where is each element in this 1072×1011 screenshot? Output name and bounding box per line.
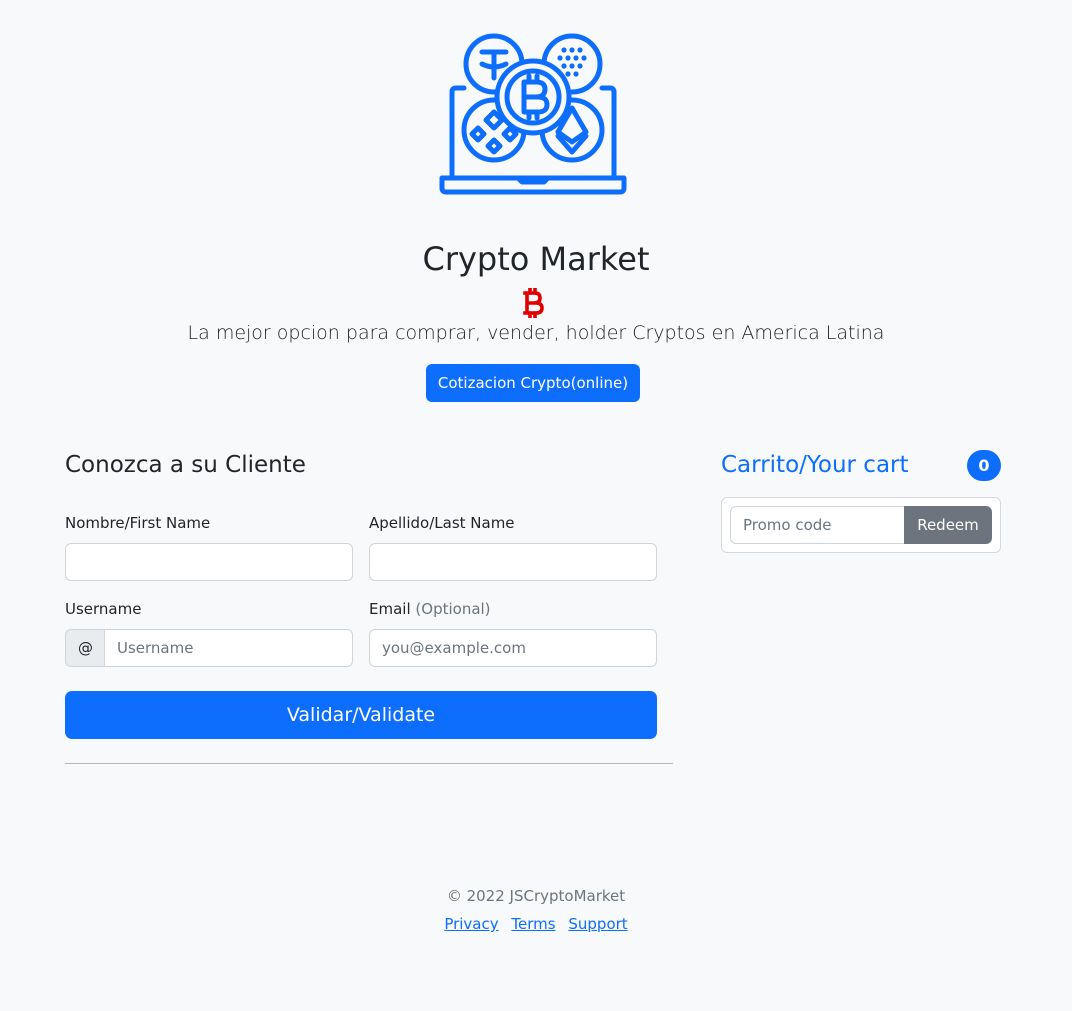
- first-name-label: Nombre/First Name: [65, 514, 211, 532]
- email-label-text: Email: [369, 600, 411, 618]
- privacy-link[interactable]: Privacy: [444, 915, 498, 933]
- support-link[interactable]: Support: [568, 915, 627, 933]
- terms-link[interactable]: Terms: [511, 915, 555, 933]
- username-input[interactable]: [104, 629, 353, 667]
- last-name-label: Apellido/Last Name: [369, 514, 515, 532]
- laptop-crypto-coins-icon: [439, 33, 627, 195]
- crypto-quote-button[interactable]: Cotizacion Crypto(online): [426, 364, 640, 402]
- validate-button[interactable]: Validar/Validate: [65, 691, 657, 739]
- email-label: Email (Optional): [369, 599, 491, 619]
- form-title: Conozca a su Cliente: [65, 452, 306, 478]
- page-title: Crypto Market: [422, 240, 650, 278]
- username-at-prefix: @: [65, 629, 105, 667]
- email-input[interactable]: [369, 629, 657, 667]
- redeem-button[interactable]: Redeem: [904, 506, 992, 544]
- cart-title: Carrito/Your cart: [721, 452, 909, 478]
- copyright-text: © 2022 JSCryptoMarket: [446, 887, 626, 905]
- bitcoin-icon: [523, 288, 544, 318]
- form-divider: [65, 763, 673, 764]
- username-label: Username: [65, 600, 142, 618]
- email-optional-hint: (Optional): [415, 600, 491, 618]
- promo-code-input[interactable]: [730, 506, 905, 544]
- first-name-input[interactable]: [65, 543, 353, 581]
- hero-tagline: La mejor opcion para comprar, vender, ho…: [187, 322, 885, 344]
- cart-count-badge: 0: [967, 450, 1001, 481]
- page: Crypto Market La mejor opcion para compr…: [0, 0, 1072, 1011]
- footer-links: Privacy Terms Support: [0, 913, 1072, 935]
- last-name-input[interactable]: [369, 543, 657, 581]
